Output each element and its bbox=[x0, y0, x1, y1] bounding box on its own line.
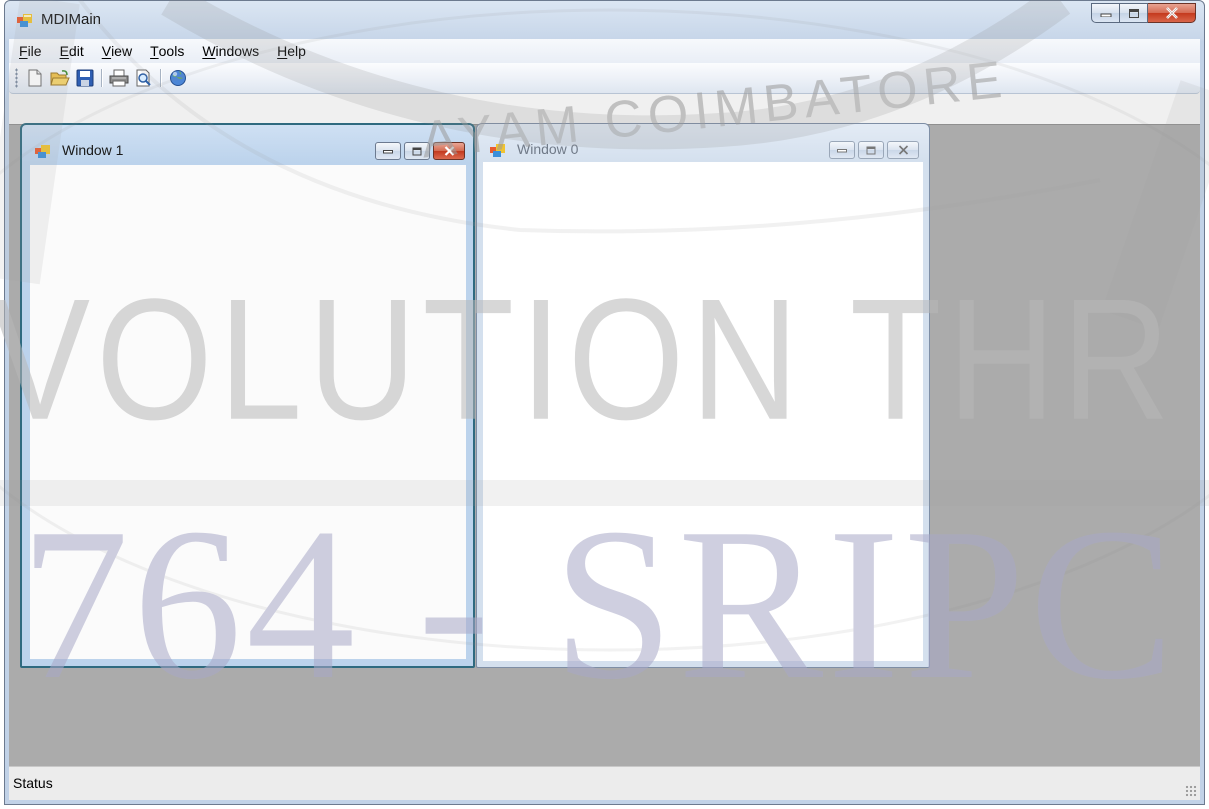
resize-grip[interactable] bbox=[1185, 785, 1197, 797]
child-close-button[interactable] bbox=[887, 141, 919, 159]
menu-windows-label: indows bbox=[215, 43, 260, 59]
menu-help-mnemonic: H bbox=[277, 43, 288, 59]
child-window-content[interactable] bbox=[483, 162, 923, 661]
toolbar-grip[interactable] bbox=[15, 68, 18, 88]
help-button[interactable] bbox=[167, 67, 189, 89]
save-button[interactable] bbox=[74, 67, 96, 89]
menu-tools[interactable]: Tools bbox=[150, 41, 184, 61]
new-file-icon bbox=[28, 69, 42, 87]
print-preview-button[interactable] bbox=[133, 67, 155, 89]
minimize-icon bbox=[383, 150, 393, 154]
child-maximize-button[interactable] bbox=[858, 141, 884, 159]
caption-buttons bbox=[1091, 3, 1196, 25]
child-caption-buttons bbox=[826, 141, 919, 159]
child-window-title: Window 1 bbox=[62, 142, 124, 158]
menu-help-label: elp bbox=[287, 43, 306, 59]
child-caption-buttons bbox=[372, 142, 465, 160]
menu-view[interactable]: View bbox=[102, 41, 132, 61]
print-button[interactable] bbox=[108, 67, 130, 89]
child-window-0[interactable]: Window 0 bbox=[476, 123, 930, 668]
toolbar-separator bbox=[160, 69, 162, 87]
menu-view-mnemonic: V bbox=[101, 43, 112, 59]
close-icon bbox=[444, 146, 454, 156]
print-preview-icon bbox=[136, 69, 151, 87]
minimize-button[interactable] bbox=[1091, 3, 1120, 23]
menu-tools-label: ools bbox=[158, 43, 185, 59]
child-maximize-button[interactable] bbox=[404, 142, 430, 160]
toolbar-separator bbox=[101, 69, 103, 87]
child-minimize-button[interactable] bbox=[829, 141, 855, 159]
menu-windows[interactable]: Windows bbox=[202, 41, 259, 61]
maximize-icon bbox=[1128, 8, 1139, 18]
menu-file-label: ile bbox=[27, 43, 42, 59]
help-globe-icon bbox=[170, 70, 186, 86]
maximize-icon bbox=[412, 147, 422, 155]
minimize-icon bbox=[1100, 13, 1111, 17]
child-minimize-button[interactable] bbox=[375, 142, 401, 160]
status-bar: Status bbox=[9, 766, 1200, 800]
title-bar[interactable]: MDIMain bbox=[5, 1, 1204, 39]
close-button[interactable] bbox=[1148, 3, 1196, 23]
new-button[interactable] bbox=[24, 67, 46, 89]
menu-view-label: iew bbox=[111, 43, 133, 59]
print-icon bbox=[109, 69, 129, 87]
child-window-1[interactable]: Window 1 bbox=[20, 123, 475, 668]
open-folder-icon bbox=[50, 70, 70, 86]
child-window-icon[interactable] bbox=[35, 143, 51, 159]
menu-file-mnemonic: F bbox=[19, 43, 28, 59]
menu-edit-mnemonic: E bbox=[59, 43, 69, 59]
save-icon bbox=[76, 69, 94, 87]
close-icon bbox=[898, 145, 908, 155]
menu-edit[interactable]: Edit bbox=[60, 41, 84, 61]
maximize-icon bbox=[866, 146, 876, 154]
minimize-icon bbox=[837, 149, 847, 153]
menu-tools-mnemonic: T bbox=[150, 43, 159, 59]
status-label: Status bbox=[13, 775, 53, 791]
menu-edit-label: dit bbox=[68, 43, 84, 59]
close-icon bbox=[1165, 7, 1178, 19]
child-window-icon[interactable] bbox=[490, 142, 506, 158]
maximize-button[interactable] bbox=[1120, 3, 1148, 23]
menu-file[interactable]: File bbox=[19, 41, 42, 61]
menu-bar: File Edit View Tools Windows Help bbox=[9, 39, 1200, 63]
child-window-title: Window 0 bbox=[517, 141, 579, 157]
toolbar bbox=[9, 63, 1200, 94]
child-window-content[interactable] bbox=[30, 165, 466, 659]
menu-help[interactable]: Help bbox=[277, 41, 306, 61]
app-icon[interactable] bbox=[17, 12, 33, 28]
child-close-button[interactable] bbox=[433, 142, 465, 160]
window-title: MDIMain bbox=[41, 11, 102, 28]
open-button[interactable] bbox=[49, 67, 71, 89]
menu-windows-mnemonic: W bbox=[202, 43, 216, 59]
